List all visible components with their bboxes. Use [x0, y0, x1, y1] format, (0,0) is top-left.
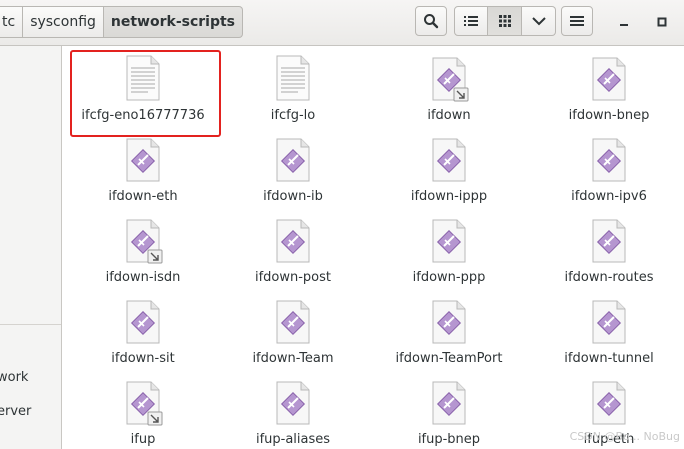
header-bar: tc sysconfig network-scripts	[0, 0, 684, 46]
file-item[interactable]: ifdown-eth	[68, 135, 218, 204]
file-name: ifdown-bnep	[568, 108, 650, 123]
file-item[interactable]: ifdown	[374, 54, 524, 123]
file-item[interactable]: ifcfg-lo	[218, 54, 368, 123]
file-item[interactable]: ifdown-post	[218, 216, 368, 285]
script-icon	[272, 297, 314, 345]
file-item[interactable]: ifdown-Team	[218, 297, 368, 366]
grid-view-button[interactable]	[488, 6, 522, 36]
file-item[interactable]: ifdown-TeamPort	[374, 297, 524, 366]
file-name: ifcfg-eno16777736	[81, 108, 205, 123]
sidebar-item-server[interactable]: erver	[0, 404, 31, 419]
view-options-button[interactable]	[522, 6, 556, 36]
file-item[interactable]: ifdown-routes	[534, 216, 684, 285]
file-item[interactable]: ifdown-tunnel	[534, 297, 684, 366]
list-view-button[interactable]	[454, 6, 488, 36]
file-grid: ifcfg-eno16777736 ifcfg-lo ifdown ifdown-bn…	[62, 46, 684, 449]
file-name: ifdown	[427, 108, 471, 123]
script-icon	[272, 135, 314, 183]
file-name: ifdown-sit	[111, 351, 175, 366]
script-icon	[588, 297, 630, 345]
file-item[interactable]: ifdown-ipv6	[534, 135, 684, 204]
file-item[interactable]: ifdown-ippp	[374, 135, 524, 204]
maximize-icon	[657, 17, 667, 27]
script-icon	[588, 378, 630, 426]
breadcrumb-sysconfig[interactable]: sysconfig	[23, 6, 104, 38]
file-item[interactable]: ifcfg-eno16777736	[68, 54, 218, 123]
sidebar-separator	[0, 324, 61, 325]
view-controls	[454, 6, 556, 36]
file-name: ifdown-isdn	[105, 270, 181, 285]
file-name: ifup	[130, 432, 156, 447]
file-name: ifdown-eth	[108, 189, 178, 204]
file-item[interactable]: ifup-aliases	[218, 378, 368, 447]
file-item[interactable]: ifup-bnep	[374, 378, 524, 447]
file-item[interactable]: ifup	[68, 378, 218, 447]
file-name: ifup-aliases	[255, 432, 331, 447]
script-icon	[272, 378, 314, 426]
menu-button[interactable]	[561, 6, 593, 36]
script-icon	[428, 297, 470, 345]
script-icon	[428, 135, 470, 183]
file-item[interactable]: ifdown-isdn	[68, 216, 218, 285]
file-item[interactable]: ifdown-bnep	[534, 54, 684, 123]
file-name: ifdown-ppp	[412, 270, 486, 285]
sidebar: work erver	[0, 46, 62, 449]
chevron-down-icon	[531, 17, 546, 26]
list-icon	[464, 16, 478, 26]
breadcrumb: tc sysconfig network-scripts	[0, 6, 244, 38]
file-name: ifup-bnep	[417, 432, 481, 447]
script-link-icon	[122, 378, 164, 426]
file-name: ifdown-ippp	[410, 189, 488, 204]
script-icon	[588, 54, 630, 102]
minimize-icon	[620, 24, 628, 26]
script-icon	[428, 378, 470, 426]
text-file-icon	[272, 54, 314, 102]
file-item[interactable]: ifdown-ib	[218, 135, 368, 204]
file-name: ifcfg-lo	[270, 108, 316, 123]
script-icon	[122, 135, 164, 183]
search-icon	[424, 14, 439, 29]
script-icon	[428, 216, 470, 264]
script-icon	[272, 216, 314, 264]
text-file-icon	[122, 54, 164, 102]
file-name: ifdown-post	[254, 270, 332, 285]
sidebar-item-network[interactable]: work	[0, 370, 28, 385]
file-item[interactable]: ifdown-ppp	[374, 216, 524, 285]
breadcrumb-network-scripts[interactable]: network-scripts	[103, 6, 244, 38]
search-button[interactable]	[415, 6, 447, 36]
file-item[interactable]: ifdown-sit	[68, 297, 218, 366]
file-name: ifdown-ipv6	[571, 189, 647, 204]
breadcrumb-etc[interactable]: tc	[0, 6, 24, 38]
hamburger-menu-icon	[570, 16, 584, 26]
script-link-icon	[122, 216, 164, 264]
minimize-button[interactable]	[614, 12, 634, 32]
script-icon	[122, 297, 164, 345]
maximize-button[interactable]	[652, 12, 672, 32]
file-name: ifdown-tunnel	[564, 351, 654, 366]
file-name: ifdown-routes	[564, 270, 654, 285]
grid-icon	[498, 15, 511, 27]
file-name: ifdown-TeamPort	[395, 351, 503, 366]
file-name: ifdown-Team	[252, 351, 334, 366]
script-icon	[588, 135, 630, 183]
script-icon	[588, 216, 630, 264]
file-name: ifdown-ib	[263, 189, 323, 204]
watermark: CSDN @Bo... NoBug	[569, 430, 680, 443]
script-link-icon	[428, 54, 470, 102]
